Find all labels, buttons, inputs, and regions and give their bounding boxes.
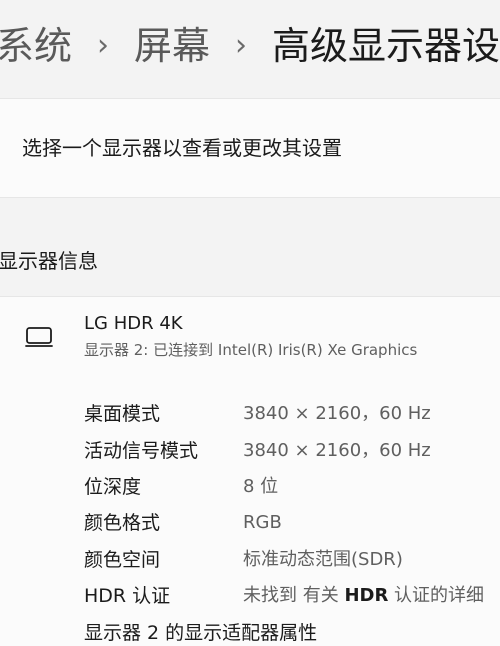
section-title-display-info: 显示器信息: [0, 249, 98, 273]
hdr-link-prefix: 未找到 有关: [243, 585, 345, 606]
property-row-hdr-certification: HDR 认证 未找到 有关 HDR 认证的详细: [84, 582, 500, 610]
property-label: 颜色空间: [84, 549, 161, 571]
display-connection-info: 显示器 2: 已连接到 Intel(R) Iris(R) Xe Graphics: [84, 341, 418, 359]
display-name: LG HDR 4K: [84, 313, 183, 334]
property-value: 3840 × 2160，60 Hz: [243, 440, 431, 461]
property-row-color-format: 颜色格式 RGB: [84, 509, 500, 537]
property-label: 颜色格式: [84, 512, 161, 534]
property-value: 8 位: [243, 476, 279, 497]
breadcrumb: 系统 › 屏幕 › 高级显示器设: [0, 16, 500, 76]
property-row-active-signal-mode: 活动信号模式 3840 × 2160，60 Hz: [84, 437, 500, 465]
hdr-link-suffix: 认证的详细: [388, 585, 485, 606]
hdr-certification-link[interactable]: 未找到 有关 HDR 认证的详细: [243, 582, 484, 610]
select-display-card[interactable]: 选择一个显示器以查看或更改其设置: [0, 98, 500, 198]
property-row-bit-depth: 位深度 8 位: [84, 473, 500, 501]
hdr-link-strong: HDR: [344, 585, 389, 606]
property-row-color-space: 颜色空间 标准动态范围(SDR): [84, 546, 500, 574]
chevron-right-icon: ›: [97, 28, 110, 63]
breadcrumb-item-system[interactable]: 系统: [0, 16, 72, 76]
display-info-card: LG HDR 4K 显示器 2: 已连接到 Intel(R) Iris(R) X…: [0, 296, 500, 646]
property-value: 3840 × 2160，60 Hz: [243, 403, 431, 424]
property-label: 位深度: [84, 476, 142, 498]
chevron-right-icon: ›: [235, 28, 248, 63]
property-label: 桌面模式: [84, 403, 161, 425]
breadcrumb-item-display[interactable]: 屏幕: [134, 16, 210, 76]
property-value: 标准动态范围(SDR): [243, 549, 403, 570]
page-title: 高级显示器设: [272, 24, 500, 68]
property-value: RGB: [243, 512, 282, 533]
property-label: HDR 认证: [84, 585, 171, 607]
property-label: 活动信号模式: [84, 440, 199, 462]
select-display-label: 选择一个显示器以查看或更改其设置: [22, 136, 342, 160]
settings-page: 系统 › 屏幕 › 高级显示器设 选择一个显示器以查看或更改其设置 显示器信息 …: [0, 0, 500, 646]
property-row-desktop-mode: 桌面模式 3840 × 2160，60 Hz: [84, 400, 500, 428]
display-adapter-properties-link[interactable]: 显示器 2 的显示适配器属性: [84, 619, 317, 646]
monitor-icon: [25, 327, 53, 347]
